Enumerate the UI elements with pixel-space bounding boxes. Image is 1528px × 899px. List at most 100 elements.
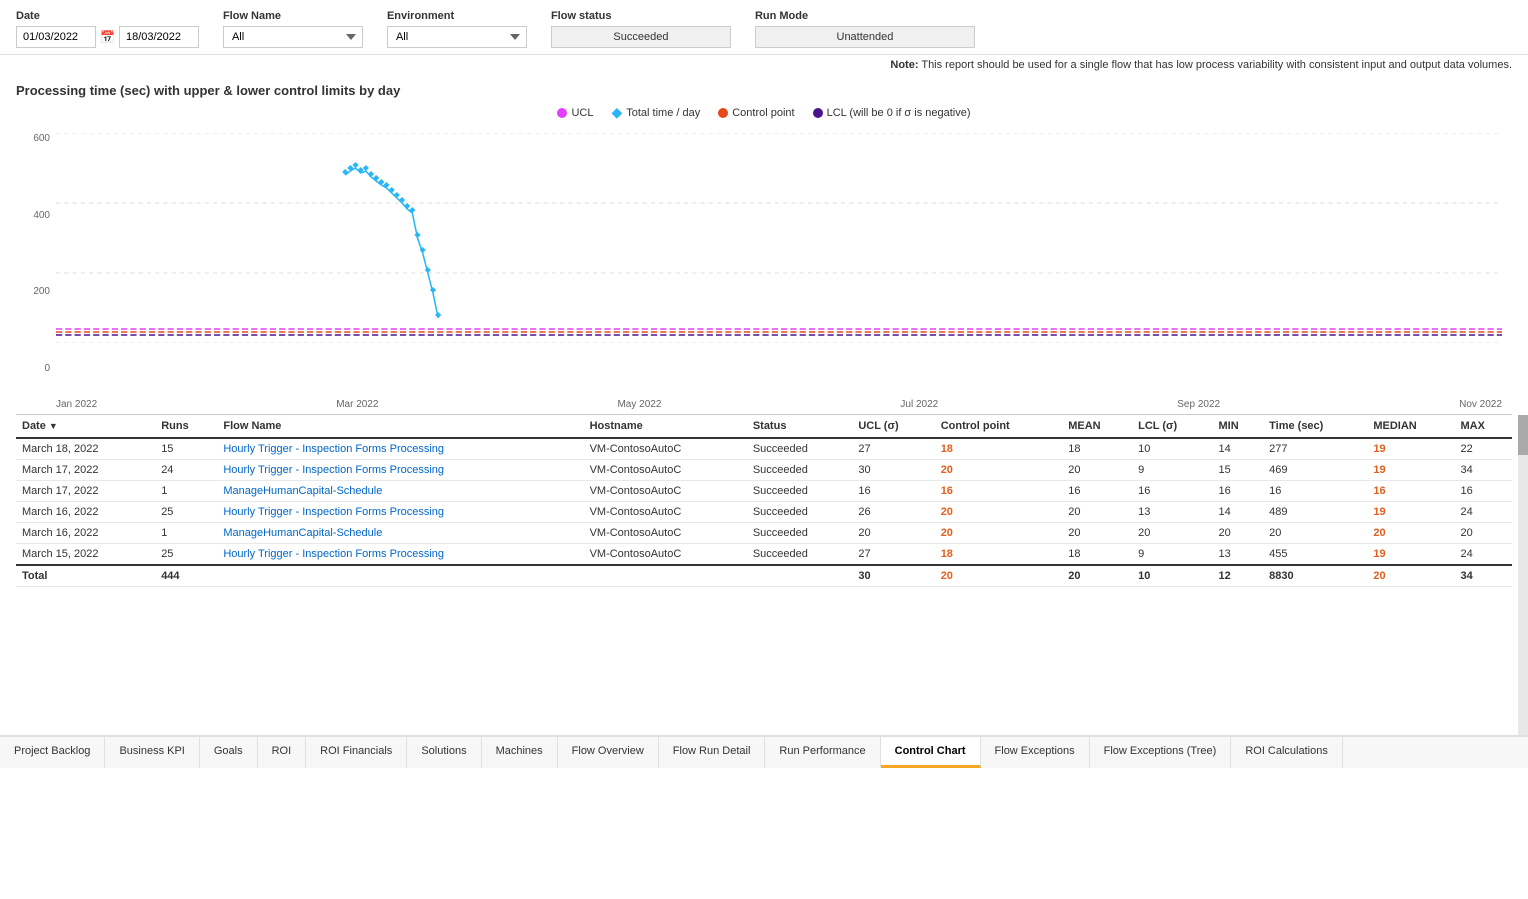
cell-min: 13 [1213,544,1264,566]
bottom-tab-run-performance[interactable]: Run Performance [765,737,880,768]
cell-time-sec: 469 [1263,460,1367,481]
chart-section: Processing time (sec) with upper & lower… [0,75,1528,415]
data-table: Date ▼ Runs Flow Name Hostname Status UC… [16,415,1512,587]
cell-flow-name[interactable]: Hourly Trigger - Inspection Forms Proces… [217,460,583,481]
col-mean: MEAN [1062,415,1132,438]
col-status: Status [747,415,853,438]
cell-max: 16 [1455,481,1512,502]
cell-min: 20 [1213,523,1264,544]
date-filter-group: Date 📅 [16,10,199,48]
bottom-tab-control-chart[interactable]: Control Chart [881,737,981,768]
flow-name-filter-group: Flow Name All [223,10,363,48]
calendar-icon[interactable]: 📅 [100,30,115,44]
table-row: March 15, 2022 25 Hourly Trigger - Inspe… [16,544,1512,566]
cell-time-sec: 489 [1263,502,1367,523]
bottom-tab-solutions[interactable]: Solutions [407,737,481,768]
bottom-tab-flow-overview[interactable]: Flow Overview [558,737,659,768]
col-runs: Runs [155,415,217,438]
environment-label: Environment [387,10,527,22]
y-label-400: 400 [33,210,50,221]
note-bar: Note: This report should be used for a s… [0,55,1528,75]
cell-time-sec: 16 [1263,481,1367,502]
cell-control-point: 20 [935,523,1063,544]
bottom-tab-roi-calculations[interactable]: ROI Calculations [1231,737,1343,768]
cell-flow-name[interactable]: ManageHumanCapital-Schedule [217,523,583,544]
scrollbar-thumb[interactable] [1518,415,1528,455]
environment-filter-group: Environment All [387,10,527,48]
cell-mean: 20 [1062,502,1132,523]
x-label-jul: Jul 2022 [900,399,938,410]
environment-select[interactable]: All [387,26,527,48]
ucl-label: UCL [571,107,593,119]
col-control-point: Control point [935,415,1063,438]
cell-max: 34 [1455,460,1512,481]
bottom-tab-goals[interactable]: Goals [200,737,258,768]
cell-mean: 16 [1062,481,1132,502]
cell-status: Succeeded [747,544,853,566]
x-label-jan: Jan 2022 [56,399,97,410]
cell-runs: 24 [155,460,217,481]
cell-date: March 15, 2022 [16,544,155,566]
cell-flow-name[interactable]: Hourly Trigger - Inspection Forms Proces… [217,438,583,460]
cell-runs: 1 [155,481,217,502]
cell-lcl: 10 [1132,438,1212,460]
flow-status-button[interactable]: Succeeded [551,26,731,48]
col-date[interactable]: Date ▼ [16,415,155,438]
bottom-tab-flow-exceptions[interactable]: Flow Exceptions [981,737,1090,768]
y-label-600: 600 [33,133,50,144]
legend-total-time: ◆ Total time / day [611,104,700,121]
bottom-tab-flow-exceptions-tree[interactable]: Flow Exceptions (Tree) [1090,737,1232,768]
bottom-tab-machines[interactable]: Machines [482,737,558,768]
cell-ucl: 26 [852,502,934,523]
total-lcl: 10 [1132,565,1212,587]
flow-status-filter-group: Flow status Succeeded [551,10,731,48]
bottom-tab-roi-financials[interactable]: ROI Financials [306,737,407,768]
cell-status: Succeeded [747,481,853,502]
cell-min: 16 [1213,481,1264,502]
cell-mean: 18 [1062,438,1132,460]
cell-median: 19 [1367,460,1454,481]
cell-mean: 18 [1062,544,1132,566]
chart-title: Processing time (sec) with upper & lower… [16,83,1512,98]
col-ucl: UCL (σ) [852,415,934,438]
run-mode-filter-group: Run Mode Unattended [755,10,975,48]
lcl-dot [813,108,823,118]
date-to-input[interactable] [119,26,199,48]
col-hostname: Hostname [584,415,747,438]
run-mode-button[interactable]: Unattended [755,26,975,48]
cell-date: March 17, 2022 [16,481,155,502]
cell-control-point: 20 [935,502,1063,523]
cell-date: March 16, 2022 [16,502,155,523]
x-label-may: May 2022 [617,399,661,410]
note-label: Note: [890,59,918,71]
cell-runs: 1 [155,523,217,544]
cell-flow-name[interactable]: Hourly Trigger - Inspection Forms Proces… [217,502,583,523]
bottom-tab-roi[interactable]: ROI [258,737,307,768]
table-row: March 17, 2022 1 ManageHumanCapital-Sche… [16,481,1512,502]
scrollbar-track[interactable] [1518,415,1528,735]
filter-bar: Date 📅 Flow Name All Environment All Flo… [0,0,1528,55]
table-row: March 17, 2022 24 Hourly Trigger - Inspe… [16,460,1512,481]
total-flow-name [217,565,583,587]
cell-mean: 20 [1062,523,1132,544]
cell-lcl: 20 [1132,523,1212,544]
bottom-tab-business-kpi[interactable]: Business KPI [105,737,199,768]
cell-runs: 15 [155,438,217,460]
cell-control-point: 18 [935,544,1063,566]
cell-max: 20 [1455,523,1512,544]
cell-ucl: 27 [852,438,934,460]
cell-flow-name[interactable]: Hourly Trigger - Inspection Forms Proces… [217,544,583,566]
date-from-input[interactable] [16,26,96,48]
x-label-mar: Mar 2022 [336,399,378,410]
cell-ucl: 16 [852,481,934,502]
chart-svg [56,133,1502,343]
total-label: Total [16,565,155,587]
cell-flow-name[interactable]: ManageHumanCapital-Schedule [217,481,583,502]
bottom-tab-project-backlog[interactable]: Project Backlog [0,737,105,768]
col-flow-name: Flow Name [217,415,583,438]
flow-name-select[interactable]: All [223,26,363,48]
cell-median: 19 [1367,438,1454,460]
bottom-tab-flow-run-detail[interactable]: Flow Run Detail [659,737,766,768]
y-label-200: 200 [33,286,50,297]
total-time-sec: 8830 [1263,565,1367,587]
